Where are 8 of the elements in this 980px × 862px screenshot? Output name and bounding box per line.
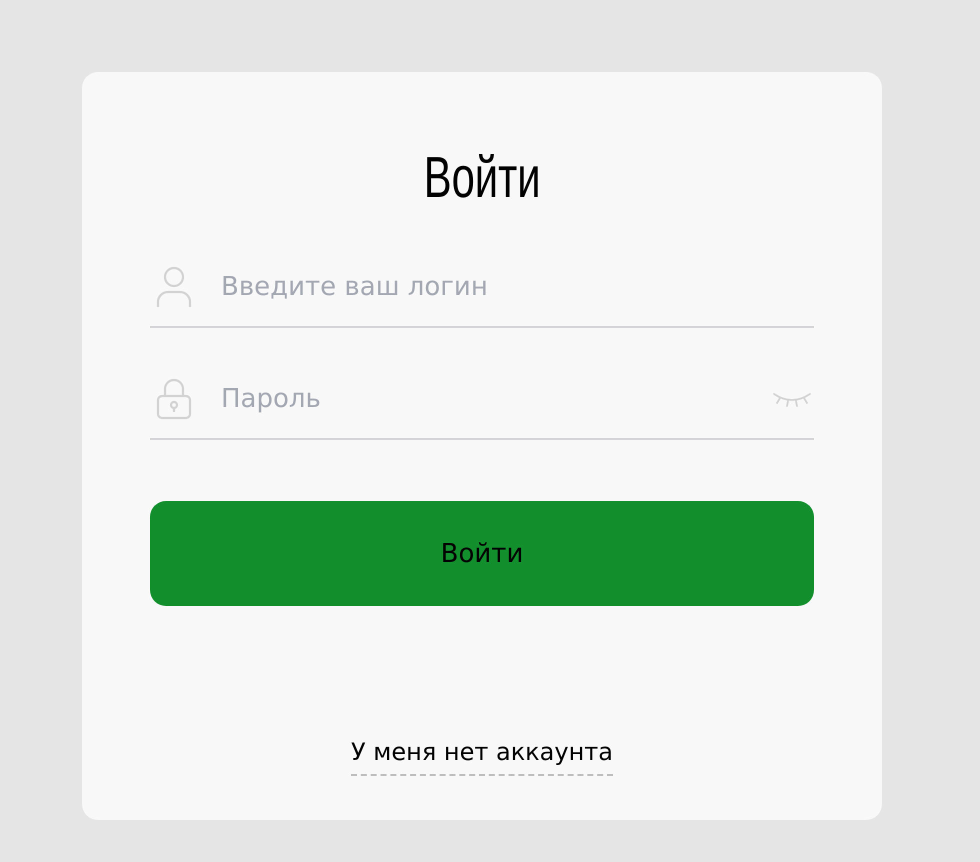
login-title: Войти — [424, 144, 540, 212]
login-button[interactable]: Войти — [150, 501, 814, 606]
user-icon — [156, 266, 192, 308]
login-field[interactable]: Введите ваш логин — [221, 272, 814, 302]
no-account-link[interactable]: У меня нет аккаунта — [351, 738, 613, 776]
lock-icon — [156, 378, 192, 420]
password-field[interactable]: Пароль — [221, 384, 772, 414]
closed-eye-icon[interactable] — [772, 390, 812, 408]
